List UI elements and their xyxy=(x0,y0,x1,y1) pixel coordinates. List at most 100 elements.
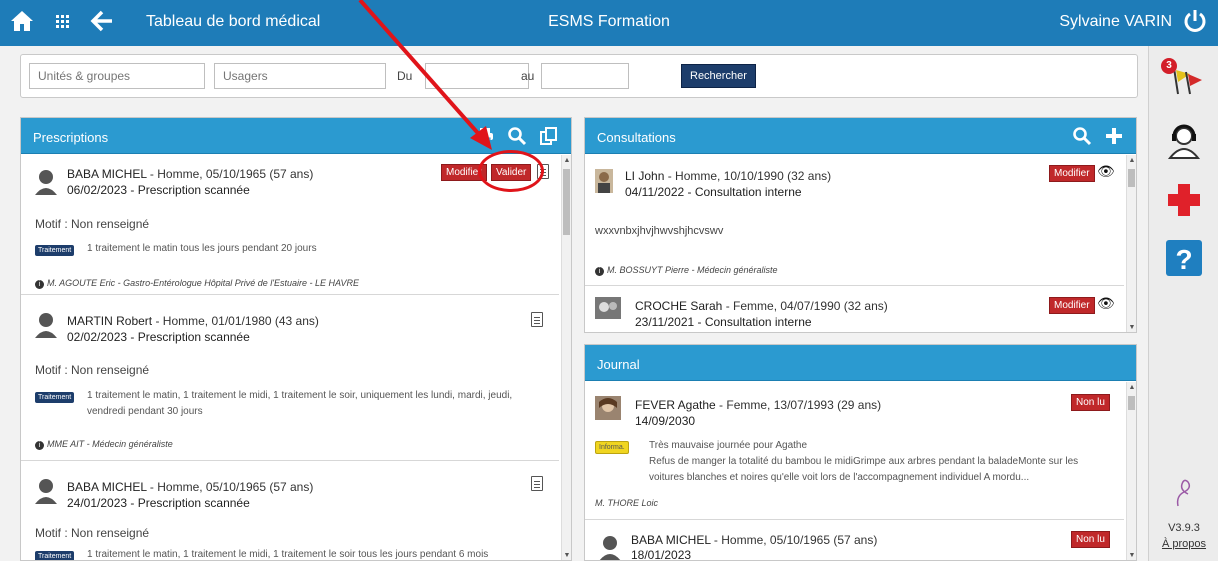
journal-title: Journal xyxy=(597,357,640,372)
scroll-up-icon[interactable]: ▲ xyxy=(1127,384,1136,391)
svg-text:?: ? xyxy=(1175,244,1192,275)
consultation-item: LI John - Homme, 10/10/1990 (32 ans) 04/… xyxy=(585,155,1124,286)
search-icon[interactable] xyxy=(1072,126,1092,146)
right-sidebar: 3 ? V3.9.3 À propos xyxy=(1148,46,1218,561)
avatar-icon xyxy=(35,479,57,504)
info-icon: i xyxy=(595,267,604,276)
help-icon[interactable]: ? xyxy=(1164,238,1204,278)
prescription-date: 24/01/2023 - Prescription scannée xyxy=(67,496,250,510)
modify-button[interactable]: Modifier xyxy=(1049,297,1095,314)
patient-name[interactable]: BABA MICHEL xyxy=(67,480,147,494)
about-link[interactable]: À propos xyxy=(1149,538,1218,550)
journal-line-1: Très mauvaise journée pour Agathe xyxy=(649,440,808,451)
prescription-item: BABA MICHEL - Homme, 05/10/1965 (57 ans)… xyxy=(21,462,559,560)
unread-badge[interactable]: Non lu xyxy=(1071,394,1110,411)
print-icon[interactable] xyxy=(475,126,495,146)
patient-name[interactable]: BABA MICHEL xyxy=(67,167,147,181)
patient-name[interactable]: BABA MICHEL xyxy=(631,533,711,547)
units-groups-input[interactable] xyxy=(29,63,205,89)
patient-name[interactable]: MARTIN Robert xyxy=(67,314,152,328)
patient-photo xyxy=(595,297,621,319)
medical-cross-icon[interactable] xyxy=(1164,180,1204,220)
treatment-text: 1 traitement le matin, 1 traitement le m… xyxy=(87,390,513,417)
users-input[interactable] xyxy=(214,63,386,89)
scroll-down-icon[interactable]: ▼ xyxy=(562,552,571,559)
scroll-up-icon[interactable]: ▲ xyxy=(562,157,571,164)
journal-panel: Journal FEVER Agathe - Femme, 13/07/1993… xyxy=(584,344,1137,561)
search-icon[interactable] xyxy=(507,126,527,146)
eye-icon[interactable]: 👁 xyxy=(1097,163,1115,180)
home-icon[interactable] xyxy=(10,9,34,33)
consultations-panel: Consultations LI John - Homme, 10/10/199… xyxy=(584,117,1137,333)
unread-badge[interactable]: Non lu xyxy=(1071,531,1110,548)
date-from-input[interactable] xyxy=(425,63,529,89)
version-label: V3.9.3 xyxy=(1168,522,1200,534)
document-icon[interactable] xyxy=(531,476,543,491)
scroll-up-icon[interactable]: ▲ xyxy=(1127,157,1136,164)
patient-photo xyxy=(595,396,621,420)
avatar-icon xyxy=(599,536,621,560)
journal-line-3: voitures blanches et noires qu'elle voit… xyxy=(649,472,1030,483)
search-bar: Du au Rechercher xyxy=(20,54,1138,98)
date-from-label: Du xyxy=(397,69,413,83)
prescription-date: 06/02/2023 - Prescription scannée xyxy=(67,183,250,197)
eye-icon[interactable]: 👁 xyxy=(1097,295,1115,312)
info-icon: i xyxy=(35,441,44,450)
doctor: i MME AIT - Médecin généraliste xyxy=(35,439,173,450)
patient-photo xyxy=(595,169,613,193)
consultation-text: wxxvnbxjhvjhwvshjhcvswv xyxy=(595,225,724,237)
document-icon[interactable] xyxy=(531,312,543,327)
treatment-tag: Traitement xyxy=(35,245,75,256)
motif: Motif : Non renseigné xyxy=(35,217,150,231)
scroll-thumb[interactable] xyxy=(1128,396,1135,410)
consultation-date: 23/11/2021 - Consultation interne xyxy=(635,315,812,329)
notification-badge: 3 xyxy=(1161,58,1177,74)
patient-info: - Homme, 05/10/1965 (57 ans) xyxy=(146,480,314,494)
information-tag: Informa. xyxy=(595,441,629,454)
avatar-icon xyxy=(35,313,57,338)
motif: Motif : Non renseigné xyxy=(35,363,150,377)
prescription-date: 02/02/2023 - Prescription scannée xyxy=(67,330,250,344)
consultations-scrollbar[interactable]: ▲ ▼ xyxy=(1126,155,1136,332)
journal-author: M. THORE Loic xyxy=(595,498,659,508)
patient-name[interactable]: LI John xyxy=(625,169,664,183)
scroll-thumb[interactable] xyxy=(1128,169,1135,187)
add-icon[interactable] xyxy=(1104,126,1124,146)
prescriptions-header: Prescriptions xyxy=(21,118,571,154)
scroll-down-icon[interactable]: ▼ xyxy=(1127,552,1136,559)
treatment-tag: Traitement xyxy=(35,551,75,560)
patient-name[interactable]: CROCHE Sarah xyxy=(635,299,722,313)
date-to-label: au xyxy=(521,69,535,83)
back-arrow-icon[interactable] xyxy=(90,9,114,33)
avatar-icon xyxy=(35,170,57,195)
patient-info: - Homme, 05/10/1965 (57 ans) xyxy=(146,167,314,181)
annotation-circle xyxy=(478,150,544,192)
motif: Motif : Non renseigné xyxy=(35,526,150,540)
treatment-text: 1 traitement le matin tous les jours pen… xyxy=(87,243,317,254)
treatment-text: 1 traitement le matin, 1 traitement le m… xyxy=(87,549,489,560)
scroll-down-icon[interactable]: ▼ xyxy=(1127,324,1136,331)
patient-info: - Femme, 04/07/1990 (32 ans) xyxy=(722,299,888,313)
patient-name[interactable]: FEVER Agathe xyxy=(635,398,716,412)
journal-date: 14/09/2030 xyxy=(635,414,696,428)
consultations-header: Consultations xyxy=(585,118,1136,154)
journal-scrollbar[interactable]: ▲ ▼ xyxy=(1126,382,1136,560)
search-button[interactable]: Rechercher xyxy=(681,64,756,88)
page-title: Tableau de bord médical xyxy=(146,13,321,30)
scroll-thumb[interactable] xyxy=(563,169,570,235)
grid-icon[interactable] xyxy=(56,15,70,29)
date-to-input[interactable] xyxy=(541,63,629,89)
copy-icon[interactable] xyxy=(539,126,559,146)
doctor-name: M. BOSSUYT Pierre - Médecin généraliste xyxy=(607,265,778,275)
patient-info: - Homme, 10/10/1990 (32 ans) xyxy=(664,169,832,183)
power-icon[interactable] xyxy=(1182,8,1208,34)
doctor: i M. BOSSUYT Pierre - Médecin généraliste xyxy=(595,265,778,276)
consultation-item: CROCHE Sarah - Femme, 04/07/1990 (32 ans… xyxy=(585,287,1124,332)
user-name[interactable]: Sylvaine VARIN xyxy=(1059,13,1172,31)
prescription-item: MARTIN Robert - Homme, 01/01/1980 (43 an… xyxy=(21,296,559,461)
prescriptions-scrollbar[interactable]: ▲ ▼ xyxy=(561,155,571,560)
doctor-name: MME AIT - Médecin généraliste xyxy=(47,439,173,449)
headset-user-icon[interactable] xyxy=(1164,120,1204,160)
doctor: i M. AGOUTE Eric - Gastro-Entérologue Hôp… xyxy=(35,278,359,289)
modify-button[interactable]: Modifier xyxy=(1049,165,1095,182)
